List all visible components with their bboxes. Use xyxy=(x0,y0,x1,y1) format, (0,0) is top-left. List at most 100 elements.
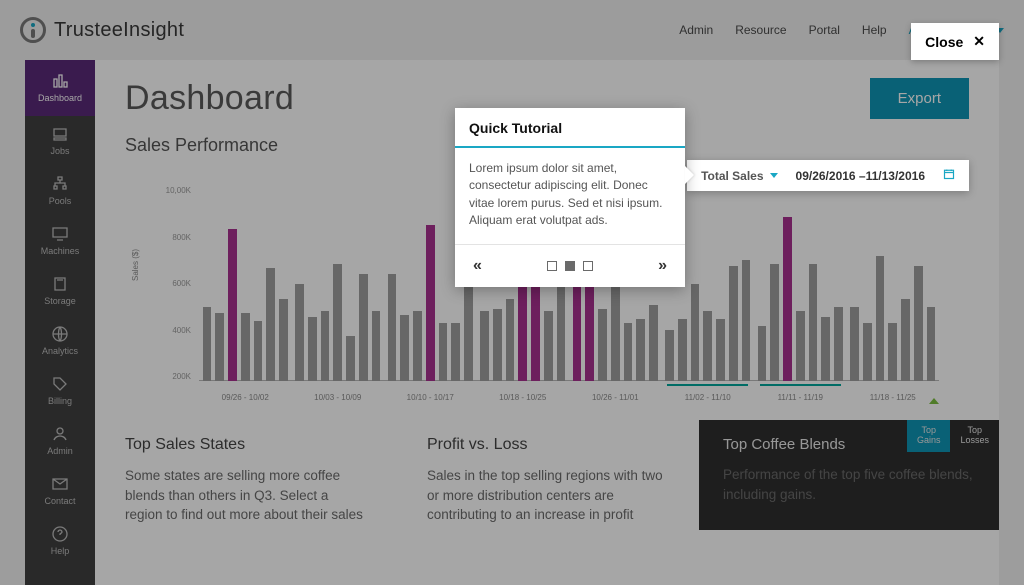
sidebar-item-dashboard[interactable]: Dashboard xyxy=(25,60,95,116)
tutorial-next-button[interactable]: » xyxy=(652,255,673,277)
chart-bar[interactable] xyxy=(308,317,317,381)
chart-bar[interactable] xyxy=(333,264,342,381)
chart-bar[interactable] xyxy=(691,284,700,382)
widget-top-states: Top Sales States Some states are selling… xyxy=(95,420,397,530)
chart-bar[interactable] xyxy=(203,307,212,381)
chart-bar[interactable] xyxy=(228,229,237,381)
y-axis-ticks: 10,00K800K600K400K200K xyxy=(155,186,191,381)
filter-metric-select[interactable]: Total Sales xyxy=(701,169,777,183)
chart-bar[interactable] xyxy=(359,274,368,381)
chart-bar[interactable] xyxy=(716,319,725,381)
chart-bar[interactable] xyxy=(400,315,409,381)
chart-bar[interactable] xyxy=(544,311,553,381)
tab-top-losses[interactable]: Top Losses xyxy=(950,420,999,452)
sidebar-item-billing[interactable]: Billing xyxy=(25,366,95,416)
chart-bar[interactable] xyxy=(888,323,897,382)
chart-bar[interactable] xyxy=(480,311,489,381)
sidebar: Dashboard JobsPoolsMachinesStorageAnalyti… xyxy=(25,60,95,585)
chart-bar[interactable] xyxy=(758,326,767,381)
tutorial-prev-button[interactable]: « xyxy=(467,255,488,277)
chart-bar[interactable] xyxy=(598,309,607,381)
chart-bar[interactable] xyxy=(413,311,422,381)
user-icon xyxy=(51,426,69,442)
widget-profit-loss-body: Sales in the top selling regions with tw… xyxy=(427,466,669,525)
chart-bar[interactable] xyxy=(295,284,304,382)
chart-bar[interactable] xyxy=(850,307,859,381)
chart-bar[interactable] xyxy=(372,311,381,381)
chart-bar[interactable] xyxy=(742,260,751,381)
chart-bar[interactable] xyxy=(624,323,633,382)
topnav-portal[interactable]: Portal xyxy=(809,23,840,37)
chart-bar[interactable] xyxy=(729,266,738,381)
chart-bar[interactable] xyxy=(834,307,843,381)
drive-icon xyxy=(51,276,69,292)
close-button[interactable]: Close ✕ xyxy=(911,23,999,60)
chart-bar[interactable] xyxy=(279,299,288,381)
monitor-icon xyxy=(51,226,69,242)
sidebar-item-analytics[interactable]: Analytics xyxy=(25,316,95,366)
chart-bar[interactable] xyxy=(783,217,792,381)
sidebar-item-label: Contact xyxy=(44,496,75,506)
chart-bar[interactable] xyxy=(241,313,250,381)
tab-top-gains[interactable]: Top Gains xyxy=(907,420,951,452)
chart-bar[interactable] xyxy=(770,264,779,381)
sidebar-item-jobs[interactable]: Jobs xyxy=(25,116,95,166)
sidebar-item-machines[interactable]: Machines xyxy=(25,216,95,266)
tray-icon xyxy=(51,126,69,142)
chart-bar[interactable] xyxy=(914,266,923,381)
calendar-icon[interactable] xyxy=(943,168,955,183)
chart-bar[interactable] xyxy=(266,268,275,381)
chart-bar[interactable] xyxy=(439,323,448,382)
chart-bar[interactable] xyxy=(796,311,805,381)
chart-bar[interactable] xyxy=(678,319,687,381)
chart-bar[interactable] xyxy=(863,323,872,382)
help-icon xyxy=(51,526,69,542)
sidebar-item-label: Help xyxy=(51,546,70,556)
chart-bar[interactable] xyxy=(254,321,263,381)
y-axis-label: Sales ($) xyxy=(131,249,140,281)
chart-bar[interactable] xyxy=(321,311,330,381)
filter-date-range[interactable]: 09/26/2016 –11/13/2016 xyxy=(796,169,925,183)
chart-bar[interactable] xyxy=(703,311,712,381)
export-button[interactable]: Export xyxy=(870,78,969,119)
tutorial-step-dot[interactable] xyxy=(583,261,593,271)
chart-bar[interactable] xyxy=(821,317,830,381)
chart-bar[interactable] xyxy=(388,274,397,381)
tutorial-step-dot[interactable] xyxy=(565,261,575,271)
sidebar-item-pools[interactable]: Pools xyxy=(25,166,95,216)
chart-bar[interactable] xyxy=(636,319,645,381)
chart-bar[interactable] xyxy=(506,299,515,381)
close-label: Close xyxy=(925,34,963,50)
chart-bar[interactable] xyxy=(901,299,910,381)
sidebar-item-contact[interactable]: Contact xyxy=(25,466,95,516)
sidebar-item-admin[interactable]: Admin xyxy=(25,416,95,466)
sidebar-item-label: Dashboard xyxy=(38,93,82,103)
chart-bar[interactable] xyxy=(346,336,355,381)
tutorial-nav: « » xyxy=(455,244,685,287)
chart-bar[interactable] xyxy=(927,307,936,381)
topnav-resource[interactable]: Resource xyxy=(735,23,786,37)
topnav-admin[interactable]: Admin xyxy=(679,23,713,37)
chart-bar[interactable] xyxy=(876,256,885,381)
chart-bar[interactable] xyxy=(649,305,658,381)
filter-pill: Total Sales 09/26/2016 –11/13/2016 xyxy=(687,160,969,191)
sidebar-item-storage[interactable]: Storage xyxy=(25,266,95,316)
logo-icon xyxy=(20,17,46,43)
chart-week: 11/11 - 11/19 xyxy=(754,186,847,416)
chart-bar[interactable] xyxy=(215,313,224,381)
chart-bar[interactable] xyxy=(426,225,435,381)
chart-bar[interactable] xyxy=(665,330,674,381)
chart-bar[interactable] xyxy=(809,264,818,381)
tutorial-body: Lorem ipsum dolor sit amet, consectetur … xyxy=(455,148,685,244)
chart-bar[interactable] xyxy=(451,323,460,382)
chart-bar[interactable] xyxy=(493,309,502,381)
quick-tutorial-popover: Quick Tutorial Lorem ipsum dolor sit ame… xyxy=(455,108,685,287)
widget-top-states-body: Some states are selling more coffee blen… xyxy=(125,466,367,525)
mail-icon xyxy=(51,476,69,492)
brand-logo: TrusteeInsight xyxy=(20,17,184,43)
topnav-help[interactable]: Help xyxy=(862,23,887,37)
widget-profit-loss-title: Profit vs. Loss xyxy=(427,436,669,454)
hier-icon xyxy=(51,176,69,192)
sidebar-item-help[interactable]: Help xyxy=(25,516,95,566)
tutorial-step-dot[interactable] xyxy=(547,261,557,271)
